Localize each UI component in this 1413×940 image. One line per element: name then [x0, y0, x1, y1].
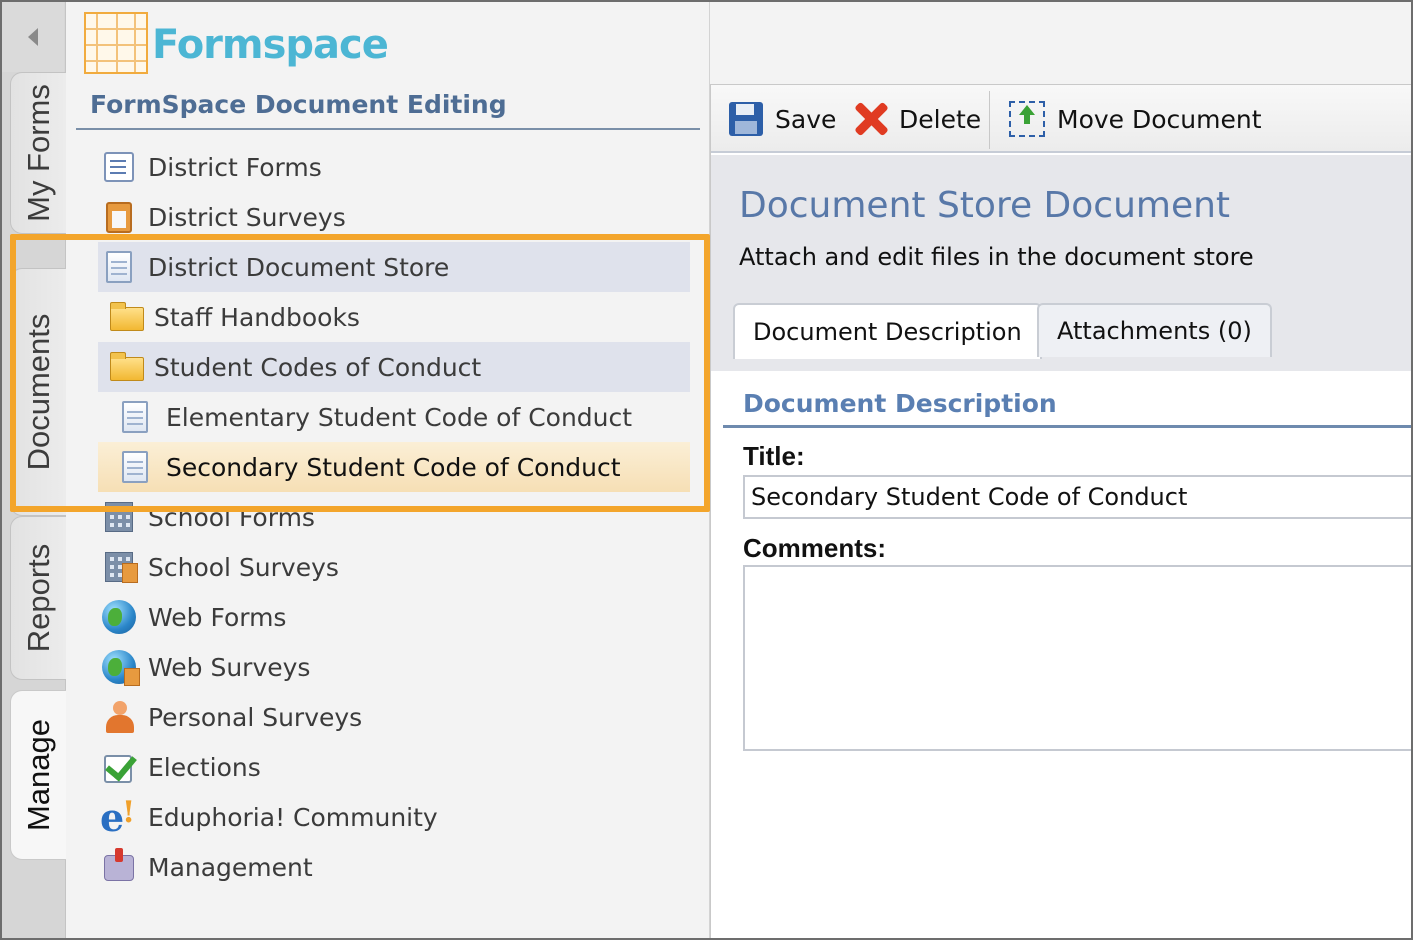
document-header: Document Store Document Attach and edit …: [711, 155, 1411, 371]
nav-title-divider: [76, 128, 700, 130]
save-icon: [729, 102, 763, 136]
eduphoria-icon: e: [100, 795, 136, 840]
logo-text: Formspace: [152, 22, 389, 68]
formspace-logo: Formspace: [84, 12, 389, 76]
logo-grid-icon: [84, 12, 148, 74]
document-icon: [116, 449, 152, 485]
tree-item-label: Secondary Student Code of Conduct: [166, 452, 621, 482]
tree-item-label: Management: [148, 852, 313, 882]
tree-item-label: Web Forms: [148, 602, 287, 632]
tree-item-label: District Surveys: [148, 202, 346, 232]
tree-item-label: Personal Surveys: [148, 702, 363, 732]
tree-item-label: Student Codes of Conduct: [154, 352, 482, 382]
toolbar: Save Delete Move Document: [711, 85, 1411, 153]
tree-item-school-forms[interactable]: School Forms: [98, 492, 690, 542]
checkbox-icon: [100, 749, 136, 785]
tab-attachments[interactable]: Attachments (0): [1037, 303, 1272, 357]
globe-icon: [100, 599, 136, 635]
tree-item-district-forms[interactable]: District Forms: [98, 142, 690, 192]
toolbar-separator: [989, 91, 990, 149]
title-field[interactable]: Secondary Student Code of Conduct: [743, 475, 1411, 519]
tab-label: Attachments (0): [1057, 317, 1252, 345]
tab-manage-label: Manage: [20, 718, 56, 832]
tree-item-label: Elections: [148, 752, 261, 782]
comments-field[interactable]: [743, 565, 1411, 751]
navigation-pane: Formspace FormSpace Document Editing Dis…: [66, 2, 710, 938]
collapse-arrow-icon[interactable]: [28, 28, 38, 46]
tab-label: Document Description: [753, 318, 1022, 346]
save-label: Save: [775, 104, 837, 134]
tree-item-staff-handbooks[interactable]: Staff Handbooks: [98, 292, 690, 342]
page-subtitle: Attach and edit files in the document st…: [739, 243, 1254, 271]
tree-item-label: Web Surveys: [148, 652, 311, 682]
tab-document-description[interactable]: Document Description: [733, 303, 1042, 359]
rail-header: [2, 2, 64, 72]
section-divider: [723, 425, 1411, 428]
form-icon: [100, 149, 136, 185]
person-icon: [100, 699, 136, 735]
tree-item-label: School Forms: [148, 502, 315, 532]
document-icon: [100, 249, 136, 285]
delete-button[interactable]: Delete: [853, 99, 981, 139]
tree-item-label: Staff Handbooks: [154, 302, 360, 332]
vertical-tab-rail: My Forms Documents Reports Manage: [2, 2, 66, 938]
tab-my-forms-label: My Forms: [20, 84, 56, 222]
tree-item-label: District Forms: [148, 152, 322, 182]
comments-label: Comments:: [743, 533, 887, 563]
tree-item-district-surveys[interactable]: District Surveys: [98, 192, 690, 242]
folder-icon: [106, 299, 144, 335]
delete-icon: [853, 101, 889, 137]
document-icon: [116, 399, 152, 435]
building-icon: [100, 499, 136, 535]
tree-item-label: District Document Store: [148, 252, 450, 282]
delete-label: Delete: [899, 104, 982, 134]
tree-item-elections[interactable]: Elections: [98, 742, 690, 792]
tab-documents-label: Documents: [20, 313, 56, 471]
move-document-button[interactable]: Move Document: [1009, 99, 1262, 139]
nav-title: FormSpace Document Editing: [90, 90, 507, 119]
move-icon: [1009, 101, 1045, 137]
document-panel: Save Delete Move Document Document Store…: [710, 84, 1411, 938]
app-window: My Forms Documents Reports Manage Formsp…: [0, 0, 1413, 940]
clipboard-icon: [100, 199, 136, 235]
building-survey-icon: [100, 549, 138, 585]
title-label: Title:: [743, 441, 805, 471]
tab-manage[interactable]: Manage: [10, 690, 66, 860]
tab-my-forms[interactable]: My Forms: [10, 72, 66, 234]
tree-item-label: Elementary Student Code of Conduct: [166, 402, 633, 432]
tab-reports-label: Reports: [20, 543, 56, 653]
section-title: Document Description: [743, 389, 1057, 418]
tree-item-district-document-store[interactable]: District Document Store: [98, 242, 690, 292]
tree-item-elementary-code[interactable]: Elementary Student Code of Conduct: [98, 392, 690, 442]
tab-documents[interactable]: Documents: [10, 268, 66, 516]
save-button[interactable]: Save: [729, 99, 836, 139]
tree-item-label: School Surveys: [148, 552, 339, 582]
tree-item-personal-surveys[interactable]: Personal Surveys: [98, 692, 690, 742]
tree-item-web-surveys[interactable]: Web Surveys: [98, 642, 690, 692]
folder-icon: [106, 349, 144, 385]
tree-item-management[interactable]: Management: [98, 842, 690, 892]
tree-item-school-surveys[interactable]: School Surveys: [98, 542, 690, 592]
tree-item-student-codes-of-conduct[interactable]: Student Codes of Conduct: [98, 342, 690, 392]
tree-item-label: Eduphoria! Community: [148, 802, 438, 832]
globe-survey-icon: [100, 649, 140, 686]
tree-item-web-forms[interactable]: Web Forms: [98, 592, 690, 642]
mailbox-icon: [100, 848, 136, 885]
move-label: Move Document: [1057, 104, 1262, 134]
page-title: Document Store Document: [739, 185, 1231, 226]
tab-reports[interactable]: Reports: [10, 516, 66, 680]
tree-item-eduphoria-community[interactable]: e Eduphoria! Community: [98, 792, 690, 842]
tree-item-secondary-code[interactable]: Secondary Student Code of Conduct: [98, 442, 690, 492]
